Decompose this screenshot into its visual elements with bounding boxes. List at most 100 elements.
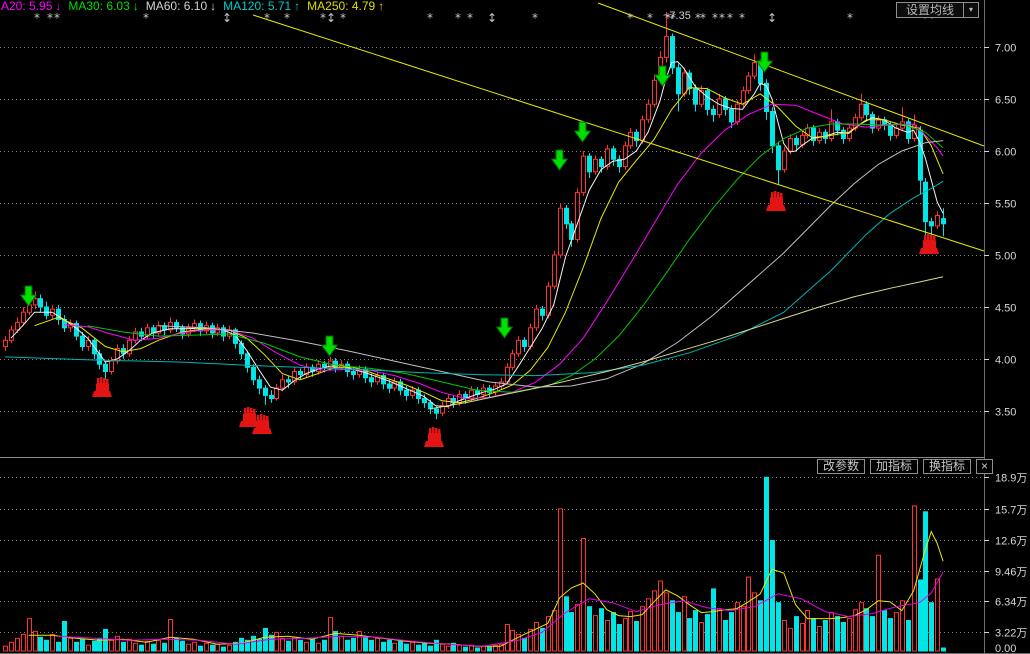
volume-bar (823, 620, 828, 652)
trend-up-icon: ↑ (294, 0, 301, 13)
ma-line-ma60 (158, 140, 944, 388)
volume-bar (381, 641, 386, 652)
volume-bar (9, 641, 14, 652)
volume-bar (322, 639, 327, 652)
volume-bar (457, 644, 462, 652)
volume-bar (139, 644, 144, 652)
volume-bar (569, 612, 574, 652)
volume-bar (44, 639, 49, 652)
candle (794, 138, 799, 146)
candle (38, 298, 43, 308)
volume-bar (758, 600, 763, 652)
price-axis-label: 4.00 (995, 355, 1016, 367)
price-pane (3, 12, 946, 420)
event-star-icon: * (719, 11, 725, 25)
candle (269, 394, 274, 399)
volume-bar (38, 636, 43, 652)
event-star-icon: * (340, 11, 346, 25)
volume-bar (109, 639, 114, 652)
volume-bar (127, 638, 132, 652)
volume-bar (864, 608, 869, 652)
candle (581, 155, 586, 194)
candlesticks (3, 12, 946, 420)
volume-bar (239, 637, 244, 652)
ma-legend-item: A20: 5.95 ↓ (1, 0, 62, 13)
volume-bar (3, 645, 8, 652)
volume-bar (800, 623, 805, 652)
candle (835, 121, 840, 131)
volume-bar (935, 578, 940, 652)
volume-axis-label: 15.7万 (995, 505, 1027, 517)
event-star-icon: * (284, 11, 290, 25)
volume-bar (68, 637, 73, 652)
volume-bar (705, 614, 710, 652)
volume-bar (623, 618, 628, 652)
candle (257, 379, 262, 389)
volume-bar (723, 620, 728, 652)
close-pane-icon[interactable]: × (976, 459, 994, 474)
volume-bar (912, 505, 917, 652)
volume-bar (575, 604, 580, 652)
switch-indicator-button[interactable]: 换指标 (923, 459, 972, 474)
volume-bar (746, 576, 751, 652)
volume-bar (729, 612, 734, 652)
volume-bar (174, 637, 179, 652)
add-indicator-button[interactable]: 加指标 (870, 459, 919, 474)
volume-bar (741, 606, 746, 652)
candle (44, 306, 49, 316)
candle (929, 221, 934, 227)
volume-bar (711, 588, 716, 652)
event-star-icon: * (467, 11, 473, 25)
vol-ma-line-vol-ma10 (58, 571, 944, 647)
volume-bar (310, 638, 315, 652)
candle (935, 215, 940, 227)
volume-bar (888, 618, 893, 652)
event-updown-icon: ↕ (767, 11, 777, 25)
event-star-icon: * (739, 11, 745, 25)
candle (717, 98, 722, 116)
volume-bar (941, 647, 946, 652)
candle (510, 353, 515, 368)
trend-down-icon: ↓ (132, 0, 139, 13)
change-params-button[interactable]: 改参数 (817, 459, 866, 474)
volume-bar (192, 641, 197, 652)
red-fist-icon (92, 377, 112, 397)
price-axis-label: 7.00 (995, 43, 1016, 55)
price-axis-label: 3.50 (995, 407, 1016, 419)
volume-bar (375, 637, 380, 652)
volume-axis: 18.9万 15.7万 12.6万 9.46万 6.34万 3.22万 0.00 (984, 473, 1027, 654)
candle (693, 88, 698, 105)
volume-bar (676, 612, 681, 652)
volume-bar (357, 630, 362, 652)
ma-legend: A20: 5.95 ↓ MA30: 6.03 ↓ MA60: 6.10 ↓ MA120: 5… (1, 0, 391, 13)
volume-pane (3, 476, 946, 652)
volume-bar (841, 622, 846, 652)
volume-bar (251, 635, 256, 652)
ma-settings-dropdown-icon[interactable]: ▾ (964, 2, 980, 18)
volume-bar (687, 618, 692, 652)
red-fist-icon (424, 427, 444, 447)
volume-bar (923, 511, 928, 652)
candle (369, 377, 374, 383)
candle (770, 111, 775, 147)
volume-bar (339, 635, 344, 652)
event-updown-icon: ↕ (326, 11, 336, 25)
volume-axis-zero-label: 0.00 (995, 643, 1016, 654)
price-axis-label: 6.00 (995, 147, 1016, 159)
volume-bar (658, 580, 663, 652)
volume-bar (752, 592, 757, 652)
chart-canvas[interactable]: 7.00 6.50 6.00 5.50 5.00 4.50 4.00 3.50 18.9万 15.… (0, 0, 1030, 654)
candle (534, 308, 539, 329)
volume-bar (446, 645, 451, 652)
volume-bar (670, 600, 675, 652)
volume-bar (581, 538, 586, 652)
volume-bar (900, 600, 905, 652)
candle (251, 366, 256, 381)
volume-bar (369, 639, 374, 652)
volume-bar (634, 621, 639, 652)
volume-bar (92, 640, 97, 652)
event-updown-icon: ↕ (222, 11, 232, 25)
ma-settings-button[interactable]: 设置均线 (896, 2, 965, 18)
price-axis-label: 4.50 (995, 303, 1016, 315)
volume-bar (145, 640, 150, 652)
